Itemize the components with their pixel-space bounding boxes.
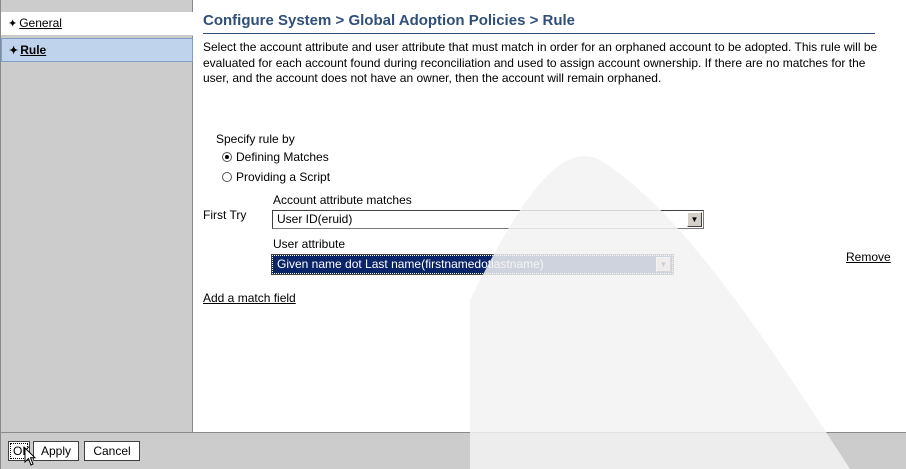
radio-unselected-icon[interactable] [222,172,232,182]
radio-label: Providing a Script [236,170,331,184]
star-icon: ✦ [9,45,19,57]
account-attribute-select[interactable]: User ID(eruid) ▼ [272,210,704,229]
title-divider [203,33,875,34]
user-attribute-value: Given name dot Last name(firstnamedotlas… [277,257,544,271]
sidebar-item-label[interactable]: Rule [20,43,46,57]
remove-link[interactable]: Remove [846,250,891,264]
star-icon: ✦ [8,18,18,30]
dropdown-arrow-icon[interactable]: ▼ [687,212,702,227]
account-attribute-label: Account attribute matches [273,193,412,207]
button-bar: OK Apply Cancel [0,432,906,469]
dropdown-arrow-icon[interactable]: ▼ [656,257,671,272]
add-match-field-link[interactable]: Add a match field [203,291,296,305]
user-attribute-select[interactable]: Given name dot Last name(firstnamedotlas… [271,254,674,275]
first-try-label: First Try [203,208,247,222]
specify-rule-label: Specify rule by [216,132,295,146]
radio-label: Defining Matches [236,150,329,164]
apply-button[interactable]: Apply [33,441,79,461]
mouse-pointer-icon [24,447,37,466]
sidebar-item-label[interactable]: General [19,16,62,30]
radio-providing-script[interactable]: Providing a Script [222,170,330,184]
sidebar-item-general[interactable]: ✦ General [1,12,193,36]
radio-selected-icon[interactable] [222,152,232,162]
radio-defining-matches[interactable]: Defining Matches [222,150,329,164]
cancel-button[interactable]: Cancel [84,441,140,461]
page-title: Configure System > Global Adoption Polic… [203,12,576,29]
sidebar: ✦ General ✦ Rule [0,0,193,432]
main-content: Configure System > Global Adoption Polic… [200,0,900,432]
dialog-frame: ✦ General ✦ Rule Configure System > Global… [0,0,906,469]
account-attribute-value: User ID(eruid) [277,212,353,226]
sidebar-item-rule[interactable]: ✦ Rule [1,38,193,62]
user-attribute-label: User attribute [273,237,346,251]
description-text: Select the account attribute and user at… [203,40,878,85]
